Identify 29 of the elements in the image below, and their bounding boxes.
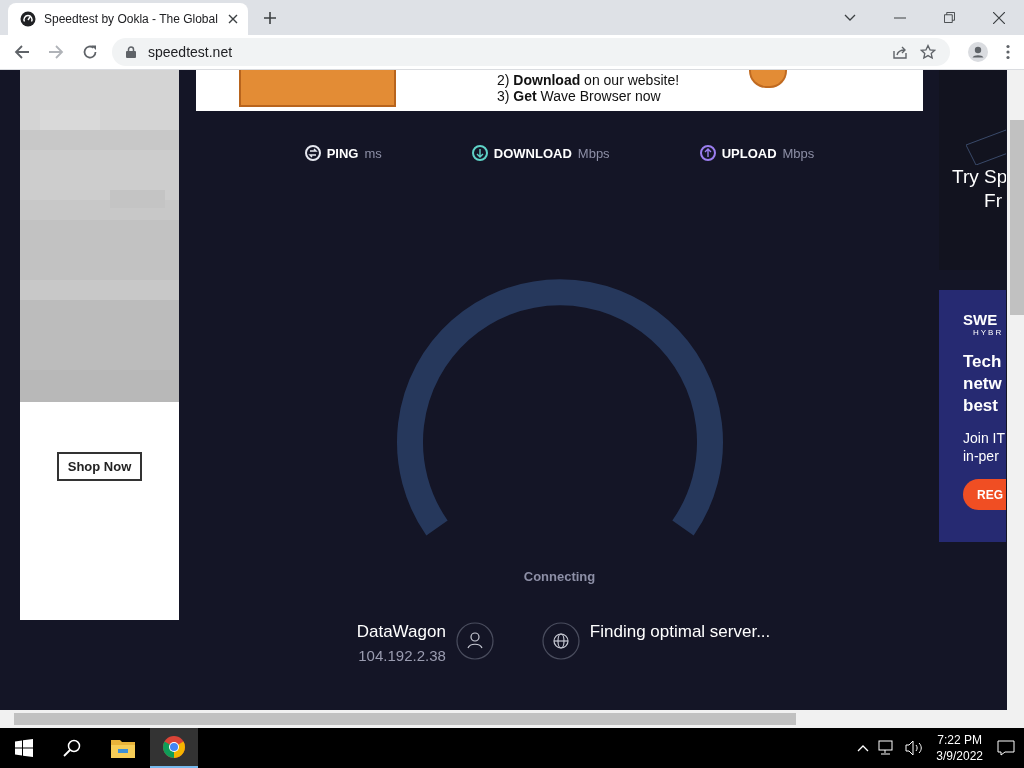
ip-address: 104.192.2.38 (358, 647, 446, 664)
tab-title: Speedtest by Ookla - The Global (44, 12, 219, 26)
provider-name: DataWagon (356, 622, 446, 642)
metric-label: UPLOAD (721, 145, 777, 161)
metric-label: PING (326, 145, 359, 161)
ad-text: Try Sp (952, 165, 1006, 189)
status-text: Connecting (523, 569, 596, 584)
ad-headline: best (963, 395, 999, 417)
url-text: speedtest.net (148, 44, 233, 60)
metric-unit: ms (364, 145, 382, 161)
ad-text: 3) Get Wave Browser now (497, 88, 662, 104)
clock-date[interactable]: 3/9/2022 (936, 748, 983, 764)
ad-headline: Tech (963, 351, 1003, 373)
ad-logo-subtitle: HYBR (972, 328, 1005, 337)
browser-tab[interactable]: Speedtest by Ookla - The Global (8, 3, 248, 35)
server-status: Finding optimal server... (589, 622, 771, 642)
ad-headline: netw (963, 373, 1003, 395)
ad-text: 2) Download on our website! (497, 72, 680, 88)
register-button[interactable]: REG (963, 479, 1006, 510)
ad-text: in-per (963, 447, 1000, 465)
metric-label: DOWNLOAD (493, 145, 572, 161)
ad-logo: SWE (963, 312, 999, 328)
ad-text: Join IT (963, 429, 1006, 447)
clock-time[interactable]: 7:22 PM (937, 732, 982, 748)
address-field[interactable]: speedtest.net (112, 38, 950, 66)
metric-unit: Mbps (782, 145, 815, 161)
ad-text: Fr (984, 189, 1002, 213)
metric-unit: Mbps (577, 145, 610, 161)
shop-now-button[interactable]: Shop Now (56, 452, 143, 481)
